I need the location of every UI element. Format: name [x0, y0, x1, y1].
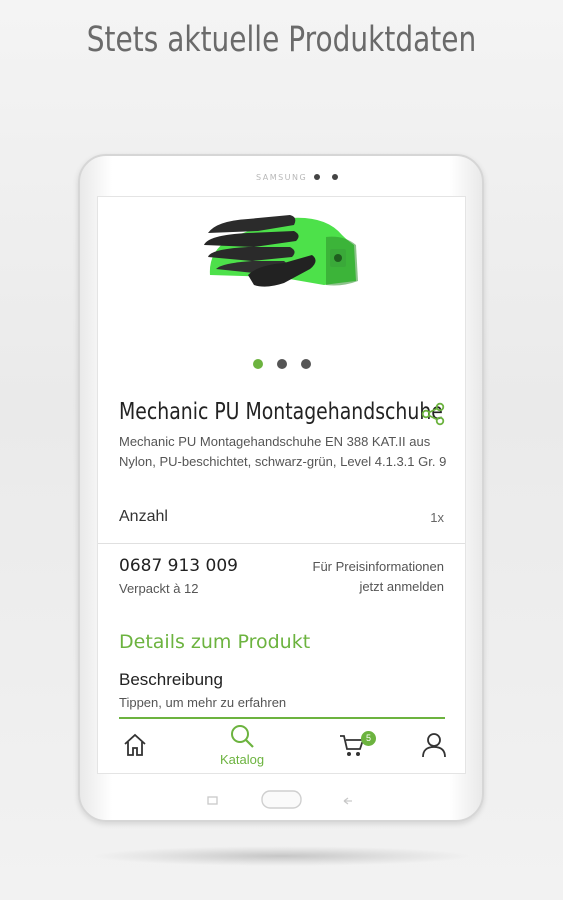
price-login-link[interactable]: Für Preisinformationen jetzt anmelden: [313, 557, 445, 597]
sensor-icon: [332, 174, 338, 180]
cart-badge: 5: [361, 731, 376, 746]
back-icon[interactable]: [341, 795, 355, 807]
details-heading: Details zum Produkt: [119, 631, 311, 653]
device-brand: SAMSUNG: [256, 173, 308, 182]
home-icon: [124, 733, 146, 756]
product-description: Mechanic PU Montagehandschuhe EN 388 KAT…: [119, 434, 447, 469]
headline: Stets aktuelle Produktdaten: [86, 20, 477, 60]
description-section-title[interactable]: Beschreibung: [119, 670, 223, 690]
price-info-line-2: jetzt anmelden: [359, 579, 444, 594]
article-number: 0687 913 009: [119, 556, 238, 576]
nav-katalog-label: Katalog: [219, 752, 265, 767]
section-underline: [119, 717, 445, 719]
nav-katalog[interactable]: Katalog: [212, 721, 272, 773]
share-icon[interactable]: [420, 402, 446, 426]
camera-icon: [314, 174, 320, 180]
device-shadow: [90, 846, 473, 866]
nav-home[interactable]: [104, 721, 164, 773]
product-image-carousel[interactable]: [98, 197, 465, 357]
app-screen: Mechanic PU Montagehandschuhe Mechanic P…: [97, 196, 466, 774]
user-icon: [422, 733, 446, 758]
carousel-indicators: [98, 359, 465, 369]
carousel-dot-2[interactable]: [276, 359, 287, 369]
carousel-dot-1[interactable]: [252, 359, 263, 369]
recent-apps-icon[interactable]: [206, 795, 220, 807]
home-hardware-button[interactable]: [261, 790, 303, 810]
packaging-info: Verpackt à 12: [119, 581, 199, 596]
product-image: [204, 215, 358, 287]
quantity-value[interactable]: 1x: [430, 510, 444, 525]
nav-cart[interactable]: [324, 721, 384, 773]
price-info-line-1: Für Preisinformationen: [312, 559, 445, 574]
quantity-label: Anzahl: [119, 508, 168, 525]
divider: [98, 543, 465, 544]
carousel-dot-3[interactable]: [300, 359, 311, 369]
product-title: Mechanic PU Montagehandschuhe: [119, 399, 443, 425]
description-section-hint: Tippen, um mehr zu erfahren: [119, 695, 287, 710]
nav-account[interactable]: [404, 721, 464, 773]
search-icon: [231, 725, 254, 748]
bottom-navigation: Katalog 5: [98, 721, 465, 773]
